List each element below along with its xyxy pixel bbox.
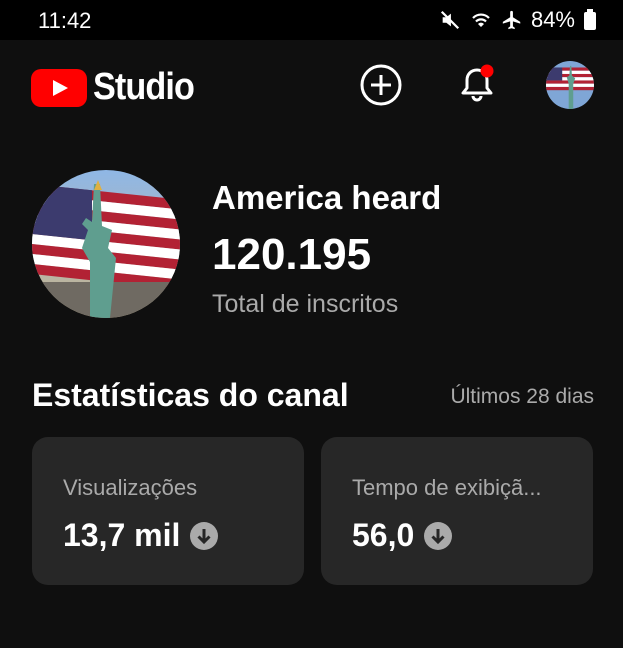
watch-time-value-row: 56,0 xyxy=(352,517,453,554)
views-label: Visualizações xyxy=(63,475,198,500)
views-card[interactable]: Visualizações 13,7 mil xyxy=(32,437,304,585)
notifications-icon xyxy=(454,62,500,113)
views-value: 13,7 mil xyxy=(63,517,181,553)
views-value-row: 13,7 mil xyxy=(63,517,219,554)
channel-name: America heard xyxy=(212,179,442,216)
stats-range: Últimos 28 dias xyxy=(450,385,594,408)
subscriber-label: Total de inscritos xyxy=(212,290,399,318)
account-avatar[interactable] xyxy=(546,61,594,109)
app-header: Studio xyxy=(0,40,623,130)
notifications-button[interactable] xyxy=(454,64,500,110)
youtube-play-icon xyxy=(31,68,87,107)
watch-time-value: 56,0 xyxy=(352,517,415,553)
create-button[interactable] xyxy=(358,64,404,110)
mute-icon xyxy=(439,9,461,31)
stats-title: Estatísticas do canal xyxy=(32,377,349,413)
watch-time-card[interactable]: Tempo de exibiçã... 56,0 xyxy=(321,437,593,585)
flag-statue-avatar-image xyxy=(546,61,594,109)
trend-down-icon xyxy=(424,521,453,550)
flag-statue-image xyxy=(32,170,180,318)
airplane-icon xyxy=(501,9,523,31)
battery-icon xyxy=(583,9,597,31)
trend-down-icon xyxy=(190,521,219,550)
create-icon xyxy=(359,63,403,112)
battery-percent: 84% xyxy=(530,7,575,32)
channel-avatar[interactable] xyxy=(32,170,180,318)
subscriber-count: 120.195 xyxy=(212,230,372,279)
youtube-studio-logo[interactable]: Studio xyxy=(31,66,205,109)
status-time: 11:42 xyxy=(38,8,92,33)
status-bar: 11:42 84% xyxy=(0,0,623,40)
channel-summary: America heard 120.195 Total de inscritos xyxy=(0,170,623,330)
watch-time-label: Tempo de exibiçã... xyxy=(352,475,542,500)
brand-name: Studio xyxy=(93,66,195,108)
wifi-icon xyxy=(469,9,493,31)
